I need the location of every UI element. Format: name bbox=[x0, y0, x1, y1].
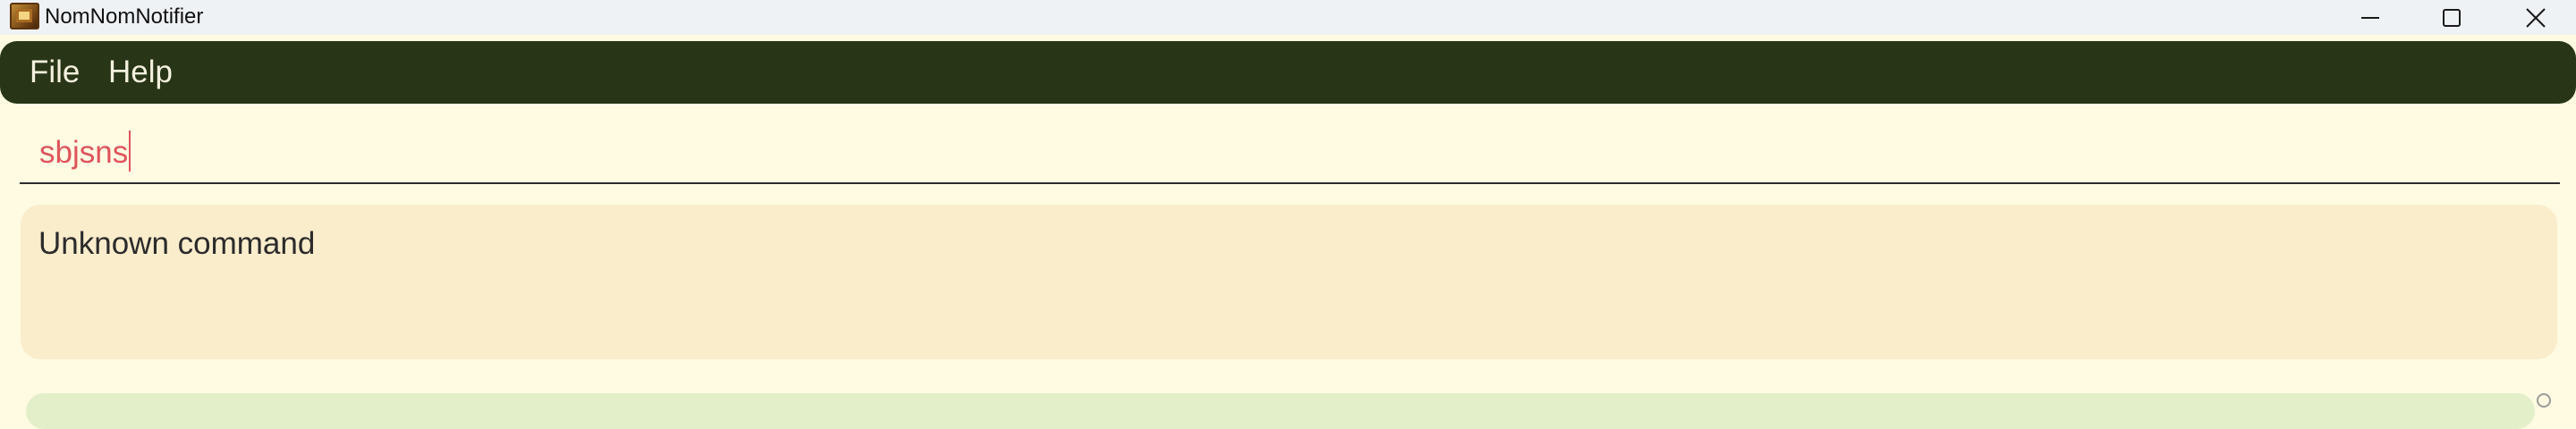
result-display: Unknown command bbox=[21, 205, 2557, 359]
menu-help[interactable]: Help bbox=[108, 55, 173, 89]
app-logo-icon bbox=[10, 3, 39, 29]
maximize-button[interactable] bbox=[2411, 0, 2492, 35]
list-panel bbox=[26, 393, 2535, 429]
close-icon bbox=[2526, 7, 2546, 28]
maximize-icon bbox=[2443, 8, 2461, 27]
command-box[interactable]: sbjsns bbox=[20, 122, 2560, 184]
result-message: Unknown command bbox=[38, 226, 316, 261]
command-text: sbjsns bbox=[39, 135, 129, 170]
minimize-icon bbox=[2361, 16, 2379, 19]
scrollbar-handle[interactable] bbox=[2537, 393, 2551, 408]
menu-bar: File Help bbox=[0, 41, 2576, 104]
menu-file[interactable]: File bbox=[30, 55, 80, 89]
command-input[interactable]: sbjsns bbox=[39, 130, 131, 172]
close-button[interactable] bbox=[2496, 0, 2576, 35]
window-title-bar: NomNomNotifier bbox=[0, 0, 2576, 35]
text-caret bbox=[129, 130, 131, 172]
minimize-button[interactable] bbox=[2330, 0, 2411, 35]
window-title: NomNomNotifier bbox=[45, 4, 204, 29]
